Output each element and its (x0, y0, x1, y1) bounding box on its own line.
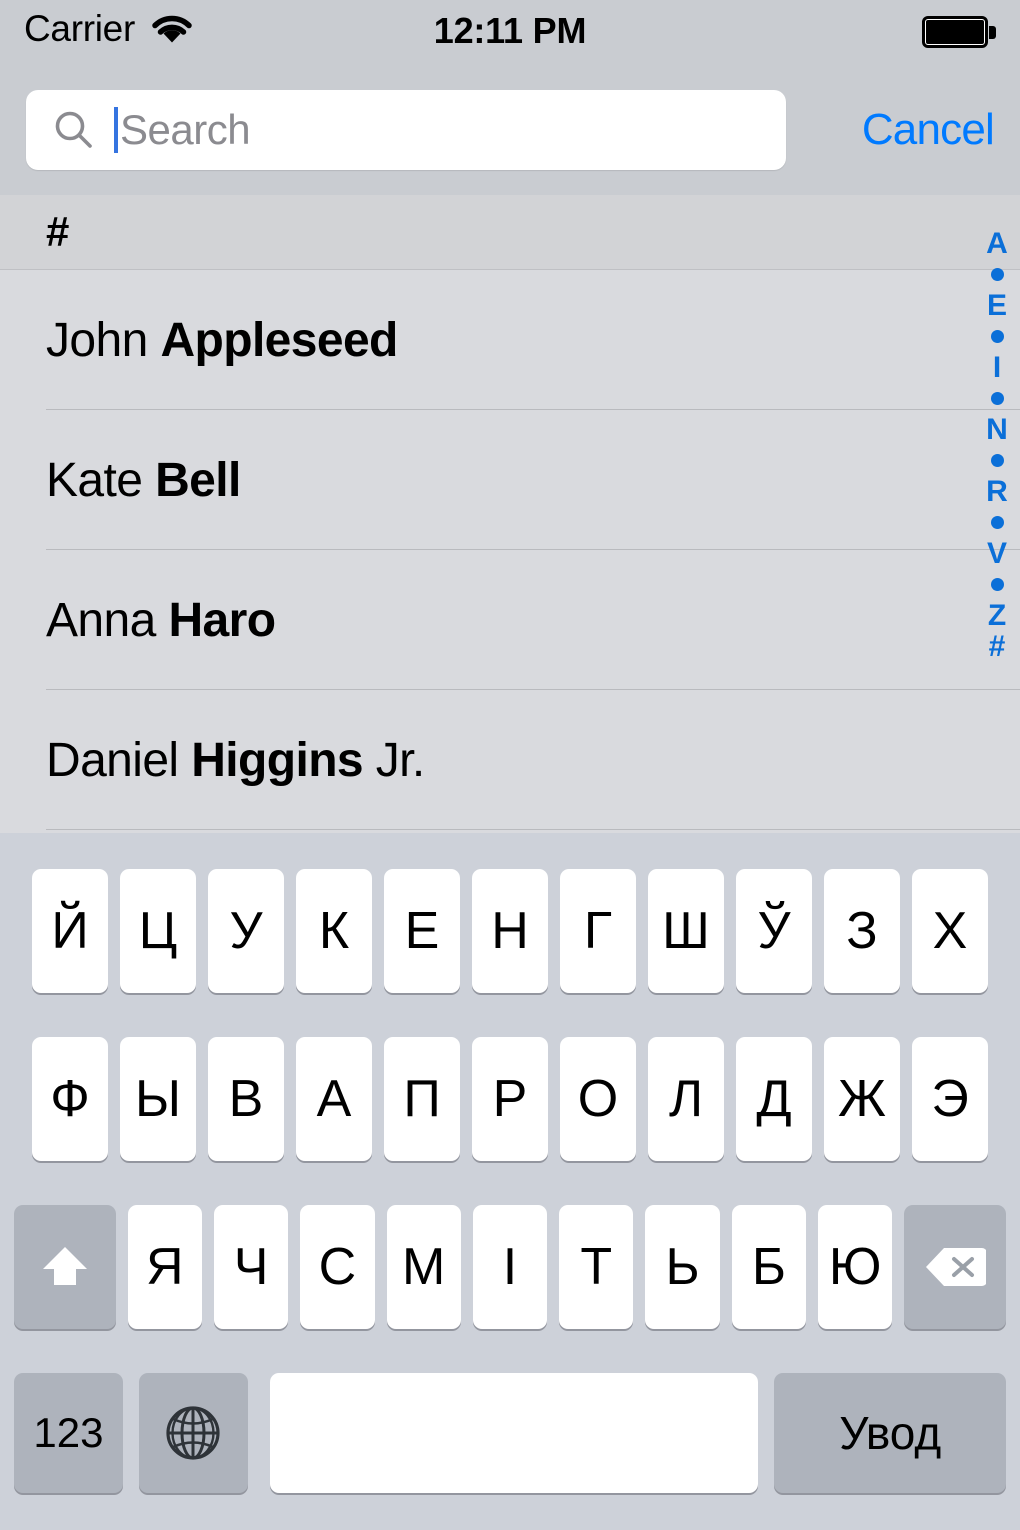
key-ў[interactable]: Ў (736, 869, 812, 993)
globe-key[interactable] (138, 1373, 248, 1493)
index-entry-z[interactable]: Z (988, 600, 1006, 631)
keyboard-row-1: Й Ц У К Е Н Г Ш Ў З Х (0, 869, 1020, 993)
text-cursor (114, 107, 118, 153)
key-ь[interactable]: Ь (645, 1205, 720, 1329)
search-placeholder: Search (120, 106, 251, 153)
index-dot-icon[interactable] (990, 578, 1004, 591)
contact-list[interactable]: # John Appleseed Kate Bell Anna Haro Dan… (0, 195, 1020, 833)
key-м[interactable]: М (386, 1205, 461, 1329)
key-к[interactable]: К (296, 869, 372, 993)
on-screen-keyboard: Й Ц У К Е Н Г Ш Ў З Х Ф Ы В А П Р О Л Д … (0, 833, 1020, 1530)
section-header: # (0, 195, 1020, 270)
key-я[interactable]: Я (127, 1205, 202, 1329)
index-entry-v[interactable]: V (987, 538, 1007, 569)
key-с[interactable]: С (300, 1205, 375, 1329)
index-dot-icon[interactable] (990, 330, 1004, 343)
key-е[interactable]: Е (384, 869, 460, 993)
shift-key[interactable] (14, 1205, 116, 1329)
index-dot-icon[interactable] (990, 516, 1004, 529)
iphone-screen: Carrier 12:11 PM Search Cancel # John Ap… (0, 0, 1020, 1530)
section-header-label: # (46, 208, 70, 255)
key-й[interactable]: Й (32, 869, 108, 993)
key-з[interactable]: З (824, 869, 900, 993)
contact-row[interactable]: Anna Haro (0, 550, 1020, 690)
index-entry-e[interactable]: E (987, 290, 1007, 321)
search-input[interactable]: Search (26, 90, 786, 170)
space-key[interactable] (269, 1373, 759, 1493)
key-ы[interactable]: Ы (120, 1037, 196, 1161)
battery-icon (922, 16, 998, 50)
contact-suffix: Jr. (363, 733, 425, 787)
key-р[interactable]: Р (472, 1037, 548, 1161)
key-д[interactable]: Д (736, 1037, 812, 1161)
contact-name: Daniel Higgins Jr. (46, 733, 425, 788)
return-key[interactable]: Увод (774, 1373, 1006, 1493)
alphabet-index-bar[interactable]: A E I N R V Z # (976, 228, 1018, 662)
key-ц[interactable]: Ц (120, 869, 196, 993)
key-ч[interactable]: Ч (213, 1205, 289, 1329)
index-entry-hash[interactable]: # (989, 631, 1006, 662)
key-э[interactable]: Э (912, 1037, 988, 1161)
search-bar: Search Cancel (0, 62, 1020, 195)
key-а[interactable]: А (296, 1037, 372, 1161)
keyboard-row-2: Ф Ы В А П Р О Л Д Ж Э (0, 1037, 1020, 1161)
contact-row[interactable]: John Appleseed (0, 270, 1020, 410)
index-entry-n[interactable]: N (986, 414, 1008, 445)
key-н[interactable]: Н (472, 869, 548, 993)
key-т[interactable]: Т (559, 1205, 634, 1329)
index-dot-icon[interactable] (990, 392, 1004, 405)
index-entry-a[interactable]: A (986, 228, 1008, 259)
key-г[interactable]: Г (560, 869, 636, 993)
index-dot-icon[interactable] (990, 268, 1004, 281)
key-п[interactable]: П (384, 1037, 460, 1161)
contact-first-name: Daniel (46, 733, 192, 787)
search-icon (26, 108, 96, 152)
status-bar: Carrier 12:11 PM (0, 0, 1020, 62)
contact-first-name: Kate (46, 453, 156, 507)
contact-first-name: John (46, 313, 161, 367)
index-entry-i[interactable]: I (993, 352, 1001, 383)
globe-icon (161, 1401, 225, 1465)
key-ж[interactable]: Ж (824, 1037, 900, 1161)
contact-name: Kate Bell (46, 453, 241, 508)
contact-name: John Appleseed (46, 313, 398, 368)
key-в[interactable]: В (208, 1037, 284, 1161)
contact-name: Anna Haro (46, 593, 276, 648)
numeric-key[interactable]: 123 (14, 1373, 123, 1493)
contact-row[interactable]: Kate Bell (0, 410, 1020, 550)
backspace-key[interactable] (904, 1205, 1007, 1329)
key-л[interactable]: Л (648, 1037, 724, 1161)
shift-icon (37, 1239, 93, 1295)
key-о[interactable]: О (560, 1037, 636, 1161)
contact-last-name: Appleseed (160, 313, 398, 367)
cancel-button[interactable]: Cancel (862, 106, 995, 154)
contact-last-name: Higgins (191, 733, 364, 787)
keyboard-row-3: Я Ч С М І Т Ь Б Ю (0, 1205, 1020, 1329)
contact-last-name: Haro (168, 593, 276, 647)
index-entry-r[interactable]: R (986, 476, 1008, 507)
status-bar-time: 12:11 PM (433, 10, 587, 51)
key-ш[interactable]: Ш (648, 869, 724, 993)
contact-first-name: Anna (46, 593, 169, 647)
keyboard-row-4: 123 Увод (0, 1373, 1020, 1493)
key-ф[interactable]: Ф (32, 1037, 108, 1161)
key-б[interactable]: Б (731, 1205, 807, 1329)
index-dot-icon[interactable] (990, 454, 1004, 467)
key-у[interactable]: У (208, 869, 284, 993)
key-х[interactable]: Х (912, 869, 988, 993)
key-і[interactable]: І (472, 1205, 548, 1329)
contact-row[interactable]: Daniel Higgins Jr. (0, 690, 1020, 830)
backspace-icon (924, 1244, 987, 1290)
key-ю[interactable]: Ю (818, 1205, 893, 1329)
contact-last-name: Bell (155, 453, 241, 507)
